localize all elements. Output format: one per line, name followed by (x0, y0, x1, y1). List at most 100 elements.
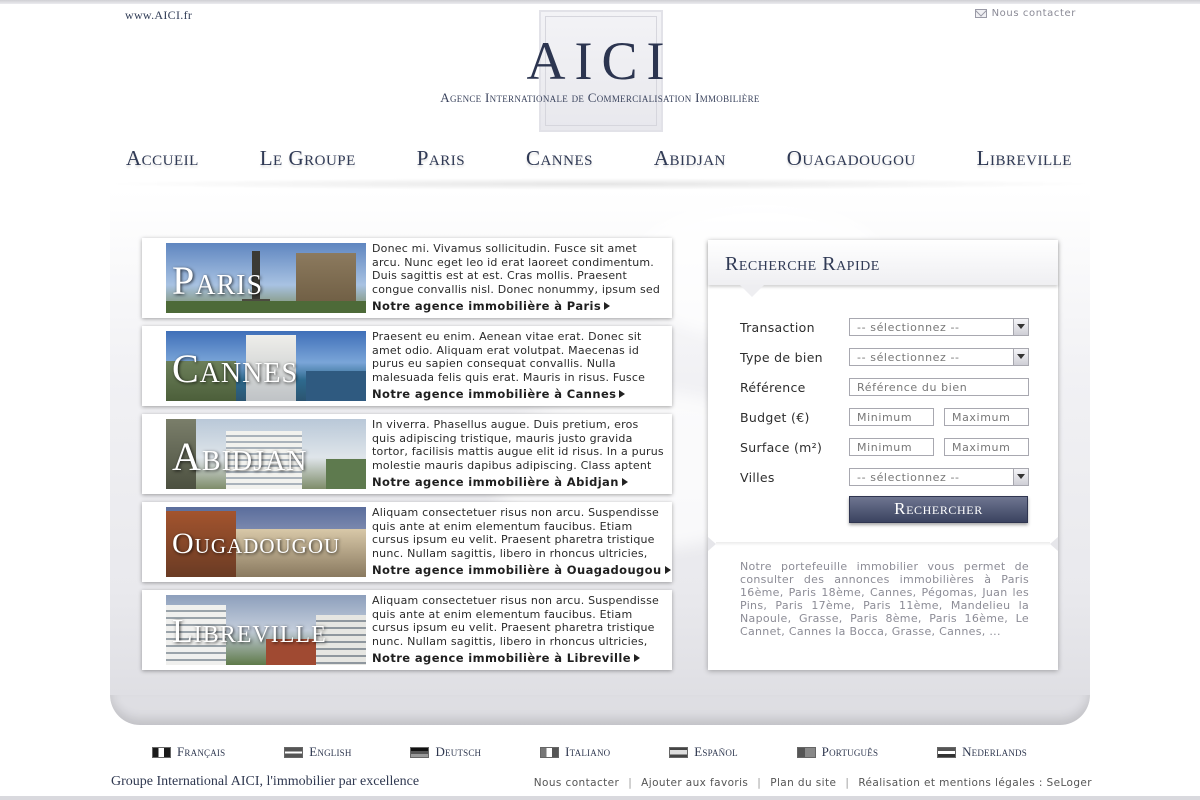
surface-label: Surface (m²) (740, 440, 823, 455)
lang-label[interactable]: Deutsch (435, 744, 481, 760)
nav-item-le-groupe[interactable]: Le Groupe (260, 146, 356, 171)
agency-link-label[interactable]: Notre agence immobilière à Libreville (372, 651, 631, 665)
nav-item-cannes[interactable]: Cannes (526, 146, 593, 171)
chevron-down-icon[interactable] (1013, 469, 1028, 485)
agency-text-libreville: Aliquam consectetuer risus non arcu. Sus… (372, 594, 659, 648)
ouagadougou-photo[interactable]: Ougadougou (166, 507, 366, 577)
arrow-right-icon (621, 478, 628, 486)
lang-label[interactable]: Français (177, 744, 225, 760)
arrow-right-icon (664, 566, 671, 574)
lang-nederlands[interactable]: Nederlands (937, 744, 1027, 760)
lang-english[interactable]: English (284, 744, 351, 760)
agency-card-abidjan: Abidjan In viverra. Phasellus augue. Dui… (142, 414, 672, 494)
lang-portugues[interactable]: Português (796, 744, 879, 760)
dutch-flag-icon (937, 746, 957, 758)
language-bar: Français English Deutsch Italiano Españo… (152, 744, 1027, 760)
spanish-flag-icon (669, 746, 689, 758)
footer-links: Nous contacter | Ajouter aux favoris | P… (534, 777, 1092, 789)
top-rule (0, 0, 1200, 4)
agency-text-abidjan: In viverra. Phasellus augue. Duis pretiu… (372, 418, 664, 472)
lang-label[interactable]: Português (822, 744, 879, 760)
cannes-photo[interactable]: Cannes (166, 331, 366, 401)
footer-separator: | (845, 777, 850, 789)
lang-label[interactable]: Italiano (565, 744, 610, 760)
lang-label[interactable]: Español (694, 744, 738, 760)
footer-link-contact[interactable]: Nous contacter (534, 777, 619, 789)
site-url[interactable]: www.AICI.fr (125, 8, 192, 23)
agency-card-cannes: Cannes Praesent eu enim. Aenean vitae er… (142, 326, 672, 406)
transaction-label: Transaction (740, 320, 815, 335)
agency-card-ouagadougou: Ougadougou Aliquam consectetuer risus no… (142, 502, 672, 582)
transaction-select-value: -- sélectionnez -- (857, 321, 960, 334)
lang-francais[interactable]: Français (152, 744, 225, 760)
left-notch (708, 537, 716, 551)
arrow-right-icon (619, 390, 626, 398)
right-notch (1050, 537, 1058, 551)
lang-label[interactable]: English (309, 744, 351, 760)
footer-separator: | (628, 777, 633, 789)
footer-link-favoris[interactable]: Ajouter aux favoris (641, 777, 748, 789)
site-tagline: Agence Internationale de Commercialisati… (440, 90, 760, 105)
agency-text-cannes: Praesent eu enim. Aenean vitae erat. Don… (372, 330, 646, 384)
agency-card-paris: Paris Donec mi. Vivamus sollicitudin. Fu… (142, 238, 672, 318)
italian-flag-icon (540, 746, 560, 758)
budget-max-input[interactable]: Maximum (944, 408, 1029, 426)
agency-link-label[interactable]: Notre agence immobilière à Abidjan (372, 475, 619, 489)
agency-link-abidjan[interactable]: Notre agence immobilière à Abidjan (372, 475, 628, 489)
agency-link-libreville[interactable]: Notre agence immobilière à Libreville (372, 651, 640, 665)
budget-label: Budget (€) (740, 410, 810, 425)
search-title: Recherche Rapide (725, 253, 880, 275)
header-notch (740, 285, 764, 297)
search-button[interactable]: Rechercher (849, 496, 1028, 523)
agency-link-label[interactable]: Notre agence immobilière à Paris (372, 299, 601, 313)
nav-item-paris[interactable]: Paris (417, 146, 465, 171)
agency-card-libreville: Libreville Aliquam consectetuer risus no… (142, 590, 672, 670)
footer-link-plan[interactable]: Plan du site (770, 777, 836, 789)
portfolio-text: Notre portefeuille immobilier vous perme… (740, 560, 1029, 638)
paris-photo[interactable]: Paris (166, 243, 366, 313)
reference-input[interactable]: Référence du bien (849, 378, 1029, 396)
transaction-select[interactable]: -- sélectionnez -- (849, 318, 1029, 336)
libreville-photo[interactable]: Libreville (166, 595, 366, 665)
search-header: Recherche Rapide (708, 240, 1058, 285)
agency-link-label[interactable]: Notre agence immobilière à Cannes (372, 387, 616, 401)
nav-item-libreville[interactable]: Libreville (977, 146, 1072, 171)
villes-select-value: -- sélectionnez -- (857, 471, 960, 484)
agency-name-cannes: Cannes (172, 346, 299, 391)
surface-min-input[interactable]: Minimum (849, 438, 934, 456)
surface-max-input[interactable]: Maximum (944, 438, 1029, 456)
type-select[interactable]: -- sélectionnez -- (849, 348, 1029, 366)
abidjan-photo[interactable]: Abidjan (166, 419, 366, 489)
agency-text-ouagadougou: Aliquam consectetuer risus non arcu. Sus… (372, 506, 659, 560)
footer-link-mentions[interactable]: Réalisation et mentions légales : SeLoge… (858, 777, 1092, 789)
main-nav: Accueil Le Groupe Paris Cannes Abidjan O… (126, 146, 1072, 171)
chevron-down-icon[interactable] (1013, 319, 1028, 335)
villes-label: Villes (740, 470, 775, 485)
german-flag-icon (410, 746, 430, 758)
agency-text-paris: Donec mi. Vivamus sollicitudin. Fusce si… (372, 242, 661, 296)
agency-link-cannes[interactable]: Notre agence immobilière à Cannes (372, 387, 626, 401)
lang-espanol[interactable]: Español (669, 744, 738, 760)
villes-select[interactable]: -- sélectionnez -- (849, 468, 1029, 486)
nav-item-accueil[interactable]: Accueil (126, 146, 199, 171)
lang-deutsch[interactable]: Deutsch (410, 744, 481, 760)
nav-shadow (100, 178, 1100, 190)
lang-label[interactable]: Nederlands (962, 744, 1027, 760)
agency-link-ouagadougou[interactable]: Notre agence immobilière à Ouagadougou (372, 563, 671, 577)
nav-item-ouagadougou[interactable]: Ouagadougou (787, 146, 916, 171)
contact-label[interactable]: Nous contacter (992, 8, 1076, 19)
lang-italiano[interactable]: Italiano (540, 744, 610, 760)
agency-name-ouagadougou: Ougadougou (172, 527, 341, 560)
agency-link-paris[interactable]: Notre agence immobilière à Paris (372, 299, 611, 313)
contact-link-top[interactable]: Nous contacter (974, 8, 1076, 19)
agency-name-libreville: Libreville (172, 613, 327, 650)
agency-name-paris: Paris (172, 258, 264, 303)
agency-name-abidjan: Abidjan (172, 434, 308, 479)
nav-item-abidjan[interactable]: Abidjan (654, 146, 726, 171)
budget-min-input[interactable]: Minimum (849, 408, 934, 426)
site-logo[interactable]: AICI (0, 30, 1200, 92)
uk-flag-icon (284, 746, 304, 758)
chevron-down-icon[interactable] (1013, 349, 1028, 365)
agency-link-label[interactable]: Notre agence immobilière à Ouagadougou (372, 563, 662, 577)
type-label: Type de bien (740, 350, 823, 365)
